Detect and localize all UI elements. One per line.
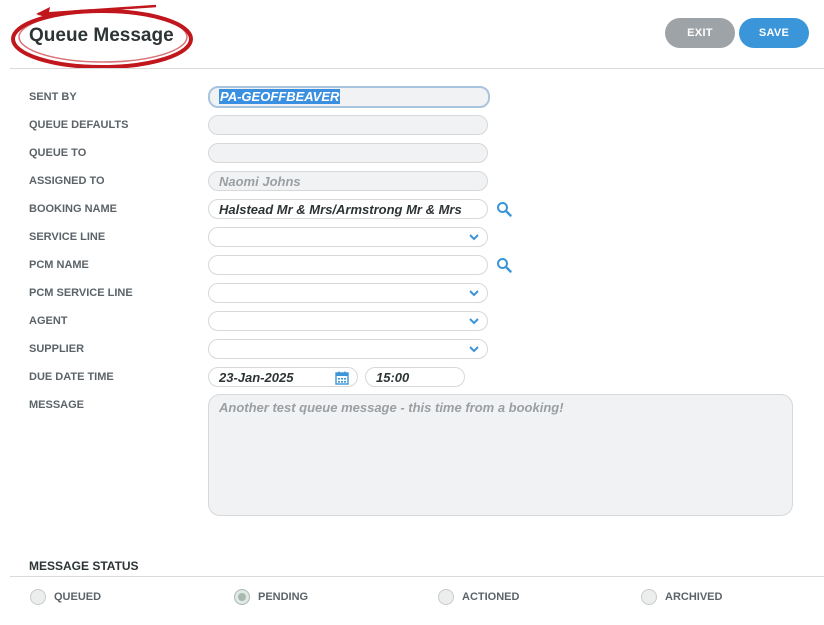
radio-queued-icon[interactable] [30, 589, 46, 605]
page-title-area: Queue Message [8, 4, 198, 70]
supplier-select[interactable] [208, 339, 488, 359]
message-label: MESSAGE [29, 399, 85, 411]
status-radio-pending[interactable]: PENDING [234, 589, 308, 605]
service-line-row: SERVICE LINE [0, 227, 824, 249]
agent-label: AGENT [29, 315, 68, 327]
queue-to-row: QUEUE TO [0, 143, 824, 165]
due-date-value: 23-Jan-2025 [219, 370, 294, 385]
queue-defaults-label: QUEUE DEFAULTS [29, 119, 129, 131]
calendar-icon[interactable] [335, 371, 349, 385]
pcm-name-label: PCM NAME [29, 259, 89, 271]
queue-defaults-field[interactable] [208, 115, 488, 135]
pcm-name-field[interactable] [208, 255, 488, 275]
radio-pending-icon[interactable] [234, 589, 250, 605]
status-divider [10, 576, 824, 577]
chevron-down-icon [469, 318, 479, 325]
status-option-label: QUEUED [54, 591, 102, 603]
due-date-time-row: DUE DATE TIME 23-Jan-2025 15:00 [0, 367, 824, 389]
queue-to-label: QUEUE TO [29, 147, 87, 159]
status-radio-archived[interactable]: ARCHIVED [641, 589, 722, 605]
supplier-label: SUPPLIER [29, 343, 85, 355]
status-option-label: ACTIONED [462, 591, 520, 603]
assigned-to-value: Naomi Johns [219, 174, 301, 189]
radio-archived-icon[interactable] [641, 589, 657, 605]
pcm-service-line-label: PCM SERVICE LINE [29, 287, 133, 299]
pcm-service-line-select[interactable] [208, 283, 488, 303]
sent-by-field[interactable]: PA-GEOFFBEAVER [208, 86, 490, 108]
page-title: Queue Message [29, 25, 174, 46]
due-date-time-label: DUE DATE TIME [29, 371, 114, 383]
assigned-to-field[interactable]: Naomi Johns [208, 171, 488, 191]
queue-to-field[interactable] [208, 143, 488, 163]
message-status-title: MESSAGE STATUS [29, 559, 139, 573]
save-button[interactable]: SAVE [739, 18, 809, 48]
sent-by-row: SENT BY PA-GEOFFBEAVER [0, 86, 824, 109]
chevron-down-icon [469, 346, 479, 353]
service-line-label: SERVICE LINE [29, 231, 106, 243]
assigned-to-label: ASSIGNED TO [29, 175, 105, 187]
pcm-service-line-row: PCM SERVICE LINE [0, 283, 824, 305]
assigned-to-row: ASSIGNED TO Naomi Johns [0, 171, 824, 193]
queue-defaults-row: QUEUE DEFAULTS [0, 115, 824, 137]
chevron-down-icon [469, 290, 479, 297]
status-radio-queued[interactable]: QUEUED [30, 589, 101, 605]
exit-button[interactable]: EXIT [665, 18, 735, 48]
sent-by-value: PA-GEOFFBEAVER [219, 89, 341, 104]
header-divider [10, 68, 824, 69]
supplier-row: SUPPLIER [0, 339, 824, 361]
booking-name-field[interactable]: Halstead Mr & Mrs/Armstrong Mr & Mrs [208, 199, 488, 219]
status-option-label: ARCHIVED [665, 591, 723, 603]
pcm-search-icon[interactable] [496, 257, 512, 273]
agent-row: AGENT [0, 311, 824, 333]
message-textarea[interactable]: Another test queue message - this time f… [208, 394, 793, 516]
booking-name-row: BOOKING NAME Halstead Mr & Mrs/Armstrong… [0, 199, 824, 221]
due-time-value: 15:00 [376, 370, 410, 385]
due-date-field[interactable]: 23-Jan-2025 [208, 367, 358, 387]
chevron-down-icon [469, 234, 479, 241]
message-value: Another test queue message - this time f… [219, 400, 564, 415]
status-radio-actioned[interactable]: ACTIONED [438, 589, 519, 605]
due-time-field[interactable]: 15:00 [365, 367, 465, 387]
radio-actioned-icon[interactable] [438, 589, 454, 605]
booking-name-value: Halstead Mr & Mrs/Armstrong Mr & Mrs [219, 202, 462, 217]
booking-search-icon[interactable] [496, 201, 512, 217]
booking-name-label: BOOKING NAME [29, 203, 117, 215]
pcm-name-row: PCM NAME [0, 255, 824, 277]
agent-select[interactable] [208, 311, 488, 331]
sent-by-label: SENT BY [29, 91, 77, 103]
status-option-label: PENDING [258, 591, 309, 603]
service-line-select[interactable] [208, 227, 488, 247]
